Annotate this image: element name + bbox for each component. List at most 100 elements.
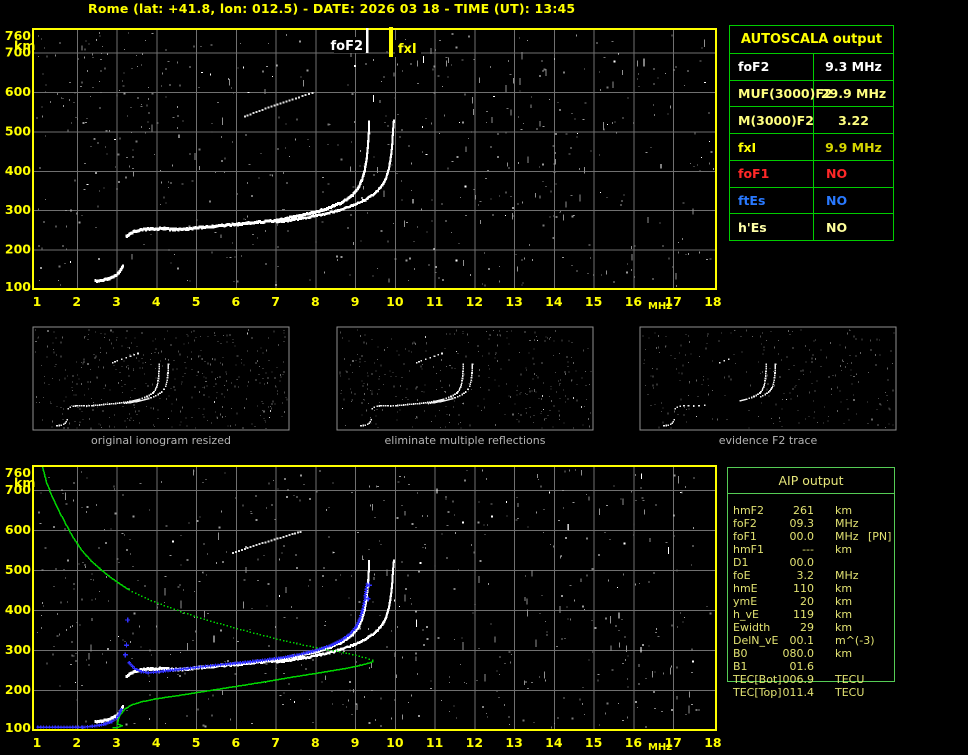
autoscala-table-row: M(3000)F2 3.22 — [730, 106, 893, 133]
parameter-unit: TECU — [835, 673, 865, 686]
svg-text:km: km — [14, 38, 35, 53]
parameter-value: 09.3 — [789, 517, 815, 530]
parameter-label: foF2 — [738, 59, 770, 75]
parameter-value: NO — [826, 192, 848, 208]
svg-text:1: 1 — [33, 294, 42, 309]
parameter-label: hmE — [733, 582, 758, 595]
svg-text:2: 2 — [72, 294, 81, 309]
svg-text:200: 200 — [5, 682, 31, 697]
parameter-value: 9.9 MHz — [825, 139, 882, 155]
parameter-unit: km — [835, 621, 853, 634]
svg-text:3: 3 — [112, 735, 121, 750]
aip-table-row: D1 00.0 — [728, 556, 894, 569]
parameter-value: 011.4 — [782, 686, 815, 699]
svg-text:7: 7 — [271, 294, 280, 309]
svg-text:4: 4 — [152, 294, 161, 309]
autoscala-table-header: AUTOSCALA output — [730, 26, 893, 54]
aip-table-row: foE 3.2 MHz — [728, 569, 894, 582]
thumbnail-caption-3: evidence F2 trace — [718, 434, 818, 447]
parameter-label: foF1 — [738, 166, 770, 182]
svg-text:fxI: fxI — [398, 42, 417, 57]
parameter-value: 261 — [793, 504, 814, 517]
svg-text:km: km — [14, 475, 35, 490]
parameter-label: h_vE — [733, 608, 759, 621]
autoscala-table-row: ftEs NO — [730, 186, 893, 214]
svg-text:15: 15 — [585, 735, 602, 750]
parameter-value: 3.22 — [838, 112, 869, 128]
aip-output-table: AIP output hmF2 261 km foF2 09.3 MHz foF1 00.0 M… — [727, 467, 895, 699]
aip-table-row: hmF2 261 km — [728, 504, 894, 517]
parameter-unit: MHz — [835, 517, 859, 530]
thumbnail-caption-1: original ionogram resized — [91, 434, 231, 447]
aip-table-row: foF2 09.3 MHz — [728, 517, 894, 530]
svg-text:MHz: MHz — [648, 742, 672, 753]
parameter-note: [PN] — [868, 530, 892, 543]
svg-text:500: 500 — [5, 123, 31, 138]
autoscala-table-row: fxI 9.9 MHz — [730, 133, 893, 160]
parameter-value: 01.6 — [789, 660, 815, 673]
parameter-value: 29 — [800, 621, 814, 634]
svg-text:13: 13 — [505, 735, 522, 750]
svg-text:18: 18 — [704, 294, 721, 309]
parameter-unit: km — [835, 647, 853, 660]
svg-text:600: 600 — [5, 522, 31, 537]
parameter-label: foF1 — [733, 530, 757, 543]
parameter-label: hmF2 — [733, 504, 765, 517]
autoscala-table-row: foF1 NO — [730, 159, 893, 187]
parameter-label: hmF1 — [733, 543, 765, 556]
parameter-value: 9.3 MHz — [825, 59, 882, 75]
parameter-unit: MHz — [835, 530, 859, 543]
parameter-label: B0 — [733, 647, 748, 660]
parameter-value: 110 — [793, 582, 814, 595]
svg-text:11: 11 — [426, 294, 443, 309]
parameter-unit: km — [835, 595, 853, 608]
svg-text:1: 1 — [33, 735, 42, 750]
parameter-value: 00.0 — [789, 530, 815, 543]
parameter-unit: m^(-3) — [835, 634, 875, 647]
svg-text:5: 5 — [192, 735, 201, 750]
svg-text:400: 400 — [5, 163, 31, 178]
aip-table-row: B0 080.0 km — [728, 647, 894, 660]
svg-text:3: 3 — [112, 294, 121, 309]
aip-table-header: AIP output — [728, 468, 894, 494]
parameter-value: 00.1 — [789, 634, 815, 647]
aip-table-row: TEC[Top] 011.4 TECU — [728, 686, 894, 699]
parameter-value: NO — [826, 166, 848, 182]
svg-text:100: 100 — [5, 279, 31, 294]
parameter-unit: MHz — [835, 569, 859, 582]
svg-text:12: 12 — [466, 735, 483, 750]
svg-text:15: 15 — [585, 294, 602, 309]
svg-text:7: 7 — [271, 735, 280, 750]
svg-text:18: 18 — [704, 735, 721, 750]
svg-text:6: 6 — [231, 294, 240, 309]
parameter-label: foF2 — [733, 517, 757, 530]
svg-text:5: 5 — [192, 294, 201, 309]
svg-text:foF2: foF2 — [330, 39, 363, 54]
autoscala-output-table: AUTOSCALA output foF2 9.3 MHz MUF(3000)F2 2… — [729, 25, 894, 241]
parameter-unit: km — [835, 608, 853, 621]
parameter-label: B1 — [733, 660, 748, 673]
parameter-label: ymE — [733, 595, 758, 608]
svg-text:11: 11 — [426, 735, 443, 750]
svg-text:6: 6 — [231, 735, 240, 750]
aip-table-row: B1 01.6 — [728, 660, 894, 673]
svg-text:8: 8 — [311, 735, 320, 750]
svg-text:14: 14 — [545, 294, 563, 309]
parameter-value: 20 — [800, 595, 814, 608]
aip-table-row: TEC[Bot] 006.9 TECU — [728, 673, 894, 686]
aip-table-row: h_vE 119 km — [728, 608, 894, 621]
parameter-label: D1 — [733, 556, 749, 569]
svg-text:300: 300 — [5, 642, 31, 657]
parameter-label: fxI — [738, 139, 757, 155]
parameter-label: foE — [733, 569, 751, 582]
svg-text:9: 9 — [351, 294, 360, 309]
svg-text:2: 2 — [72, 735, 81, 750]
parameter-value: 006.9 — [782, 673, 815, 686]
parameter-value: 119 — [793, 608, 814, 621]
parameter-value: 29.9 MHz — [820, 86, 887, 102]
thumbnail-caption-2: eliminate multiple reflections — [384, 434, 546, 447]
autoscala-table-row: MUF(3000)F2 29.9 MHz — [730, 79, 893, 107]
aip-table-row: DelN_vE 00.1 m^(-3) — [728, 634, 894, 647]
autoscala-table-row: h'Es NO — [730, 213, 893, 240]
parameter-label: ftEs — [738, 192, 766, 208]
